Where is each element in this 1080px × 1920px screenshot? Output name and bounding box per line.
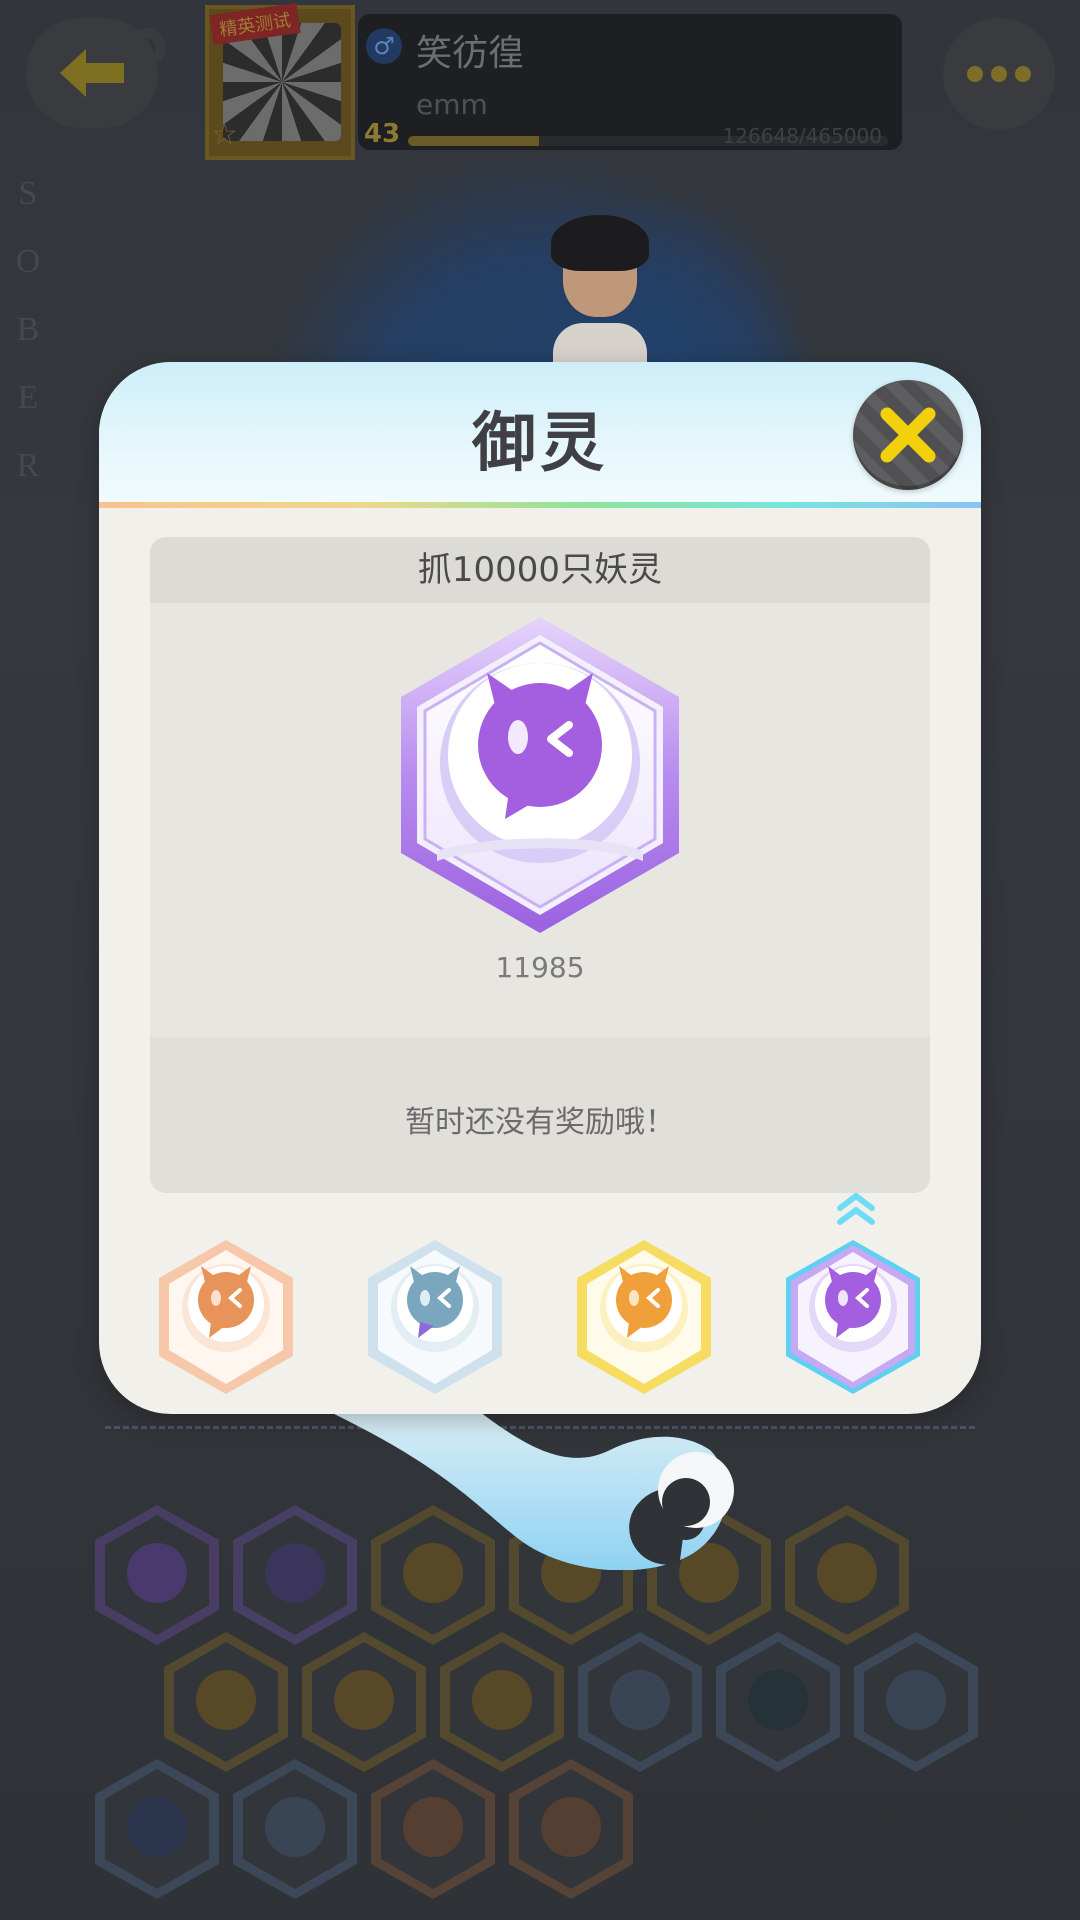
vertical-letter: B — [16, 311, 42, 348]
more-dots-icon — [967, 66, 983, 82]
player-name: 笑彷徨 — [416, 33, 525, 74]
wall-badge[interactable] — [716, 1632, 840, 1772]
popup-tail — [330, 1412, 734, 1570]
top-bar: 精英测试 ☆ ♂ 笑彷徨 emm 43 126648/465000 — [0, 0, 1080, 170]
wall-badge[interactable] — [509, 1759, 633, 1899]
profile-panel: ♂ 笑彷徨 emm 43 126648/465000 — [358, 14, 902, 150]
player-signature: emm — [416, 88, 488, 121]
wall-badge[interactable] — [95, 1759, 219, 1899]
vertical-brand-text: S O B E R — [14, 160, 44, 500]
level-badge: 43 — [363, 119, 401, 149]
male-icon: ♂ — [366, 28, 402, 64]
wall-badge[interactable] — [302, 1632, 426, 1772]
back-arrow-icon — [60, 49, 124, 97]
exp-text: 126648/465000 — [722, 124, 882, 148]
achievement-popup: 御灵 抓10000只妖灵 11985 暂时还没有奖励哦！ — [99, 362, 981, 1414]
catch-count: 11985 — [495, 951, 585, 984]
achievement-detail-card: 抓10000只妖灵 11985 暂时还没有奖励哦！ — [150, 537, 930, 1193]
wall-badge[interactable] — [854, 1632, 978, 1772]
star-icon: ☆ — [211, 117, 238, 152]
achievement-badge-large — [401, 617, 679, 933]
reward-area: 暂时还没有奖励哦！ — [150, 1037, 930, 1193]
wall-badge[interactable] — [440, 1632, 564, 1772]
level-up-chevron-icon — [837, 1193, 875, 1225]
wall-badge[interactable] — [164, 1632, 288, 1772]
back-button[interactable] — [26, 18, 166, 128]
vertical-letter: R — [16, 447, 42, 484]
popup-title: 御灵 — [472, 407, 608, 481]
close-x-icon — [880, 407, 936, 463]
tier-badge-silver[interactable] — [364, 1238, 506, 1396]
vertical-letter: O — [15, 243, 43, 280]
reward-empty-text: 暂时还没有奖励哦！ — [405, 1105, 675, 1140]
tier-badge-gold[interactable] — [573, 1238, 715, 1396]
wall-badge[interactable] — [233, 1759, 357, 1899]
wall-badge[interactable] — [95, 1505, 219, 1645]
header-divider — [99, 502, 981, 508]
vertical-letter: S — [18, 175, 40, 212]
achievement-title: 抓10000只妖灵 — [150, 537, 930, 603]
vertical-letter: E — [17, 379, 41, 416]
avatar-frame[interactable]: 精英测试 ☆ — [205, 3, 355, 160]
wall-badge[interactable] — [578, 1632, 702, 1772]
player-avatar-figure — [545, 215, 655, 373]
wall-badge[interactable] — [371, 1759, 495, 1899]
tier-badge-bronze[interactable] — [155, 1238, 297, 1396]
more-button[interactable] — [943, 18, 1055, 130]
close-button[interactable] — [853, 380, 963, 490]
tier-badge-purple[interactable] — [782, 1238, 924, 1396]
wall-badge[interactable] — [785, 1505, 909, 1645]
exp-bar-fill — [408, 136, 539, 146]
